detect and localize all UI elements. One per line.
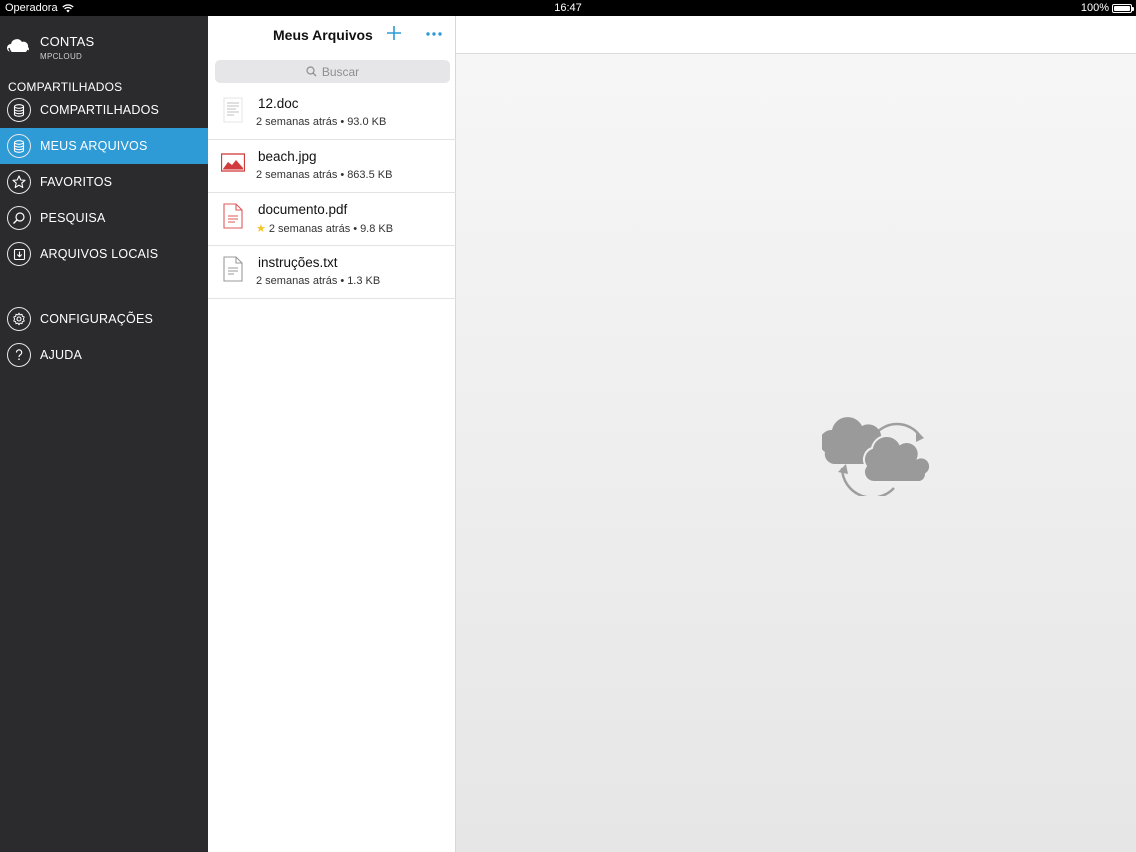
file-size: 1.3 KB xyxy=(347,275,381,287)
gear-icon xyxy=(7,307,31,331)
file-date: 2 semanas atrás xyxy=(256,116,338,128)
image-icon xyxy=(221,153,245,172)
list-item[interactable]: beach.jpg 2 semanas atrás • 863.5 KB xyxy=(208,140,456,193)
file-size: 9.8 KB xyxy=(360,222,394,235)
file-date: 2 semanas atrás xyxy=(256,275,338,287)
list-item[interactable]: documento.pdf ★ 2 semanas atrás • 9.8 KB xyxy=(208,193,456,246)
file-list-pane: Meus Arquivos Buscar 12.doc 2 semanas at… xyxy=(208,16,456,852)
file-date: 2 semanas atrás xyxy=(268,222,351,235)
pdf-icon xyxy=(223,203,243,229)
detail-pane xyxy=(456,16,1136,852)
download-icon xyxy=(7,242,31,266)
txt-icon xyxy=(223,256,243,282)
search-input[interactable]: Buscar xyxy=(215,60,450,83)
cloud-sync-icon xyxy=(7,39,29,56)
sidebar-item-label: PESQUISA xyxy=(40,211,106,225)
database-icon xyxy=(7,98,31,122)
search-placeholder: Buscar xyxy=(321,64,360,79)
file-name: documento.pdf xyxy=(258,202,348,217)
sidebar-item-label: AJUDA xyxy=(40,348,82,362)
file-meta: 2 semanas atrás • 93.0 KB xyxy=(256,116,386,128)
file-size: 863.5 KB xyxy=(347,169,393,181)
add-icon[interactable] xyxy=(384,23,404,43)
sidebar: CONTAS MPCLOUD COMPARTILHADOS COMPARTILH… xyxy=(0,16,208,852)
sidebar-item-pesquisa[interactable]: PESQUISA xyxy=(0,200,208,236)
sidebar-item-compartilhados[interactable]: COMPARTILHADOS xyxy=(0,92,208,128)
search-icon xyxy=(7,206,31,230)
search-icon xyxy=(306,66,317,77)
sidebar-item-meus-arquivos[interactable]: MEUS ARQUIVOS xyxy=(0,128,208,164)
sidebar-item-arquivos-locais[interactable]: ARQUIVOS LOCAIS xyxy=(0,236,208,272)
file-name: beach.jpg xyxy=(258,149,317,164)
page-title: Meus Arquivos xyxy=(273,27,373,43)
list-item[interactable]: instruções.txt 2 semanas atrás • 1.3 KB xyxy=(208,246,456,299)
sidebar-item-label: ARQUIVOS LOCAIS xyxy=(40,247,159,261)
file-name: instruções.txt xyxy=(258,255,338,270)
sidebar-item-label: FAVORITOS xyxy=(40,175,113,189)
list-item[interactable]: 12.doc 2 semanas atrás • 93.0 KB xyxy=(208,87,456,140)
cloud-sync-logo xyxy=(822,417,932,496)
more-options-icon[interactable] xyxy=(424,24,444,44)
file-date: 2 semanas atrás xyxy=(256,169,338,181)
sidebar-item-ajuda[interactable]: AJUDA xyxy=(0,337,208,373)
sidebar-item-label: COMPARTILHADOS xyxy=(40,103,160,117)
separator: • xyxy=(353,222,358,235)
file-meta: 2 semanas atrás • 863.5 KB xyxy=(256,169,392,181)
account-switcher[interactable]: CONTAS MPCLOUD xyxy=(0,30,208,66)
sidebar-item-configuracoes[interactable]: CONFIGURAÇÕES xyxy=(0,301,208,337)
file-meta: 2 semanas atrás • 1.3 KB xyxy=(256,275,380,287)
detail-navbar xyxy=(456,16,1136,54)
database-icon xyxy=(7,134,31,158)
battery-icon xyxy=(1112,3,1134,13)
file-name: 12.doc xyxy=(258,96,299,111)
sidebar-item-label: MEUS ARQUIVOS xyxy=(40,139,148,153)
battery-percent: 100% xyxy=(1080,2,1109,14)
doc-icon xyxy=(223,97,243,123)
list-navbar: Meus Arquivos xyxy=(208,16,456,54)
account-name: CONTAS xyxy=(40,34,95,49)
star-icon xyxy=(7,170,31,194)
clock: 16:47 xyxy=(554,2,582,14)
favorite-star-icon: ★ xyxy=(256,223,266,235)
file-meta: ★ 2 semanas atrás • 9.8 KB xyxy=(256,222,394,236)
account-service: MPCLOUD xyxy=(40,52,83,61)
battery: 100% xyxy=(1080,2,1134,14)
help-icon xyxy=(7,343,31,367)
separator: • xyxy=(340,169,345,181)
sidebar-item-favoritos[interactable]: FAVORITOS xyxy=(0,164,208,200)
separator: • xyxy=(340,275,345,287)
status-bar: Operadora 16:47 100% xyxy=(0,0,1136,16)
sidebar-item-label: CONFIGURAÇÕES xyxy=(40,312,154,326)
file-size: 93.0 KB xyxy=(347,116,387,128)
separator: • xyxy=(340,116,345,128)
